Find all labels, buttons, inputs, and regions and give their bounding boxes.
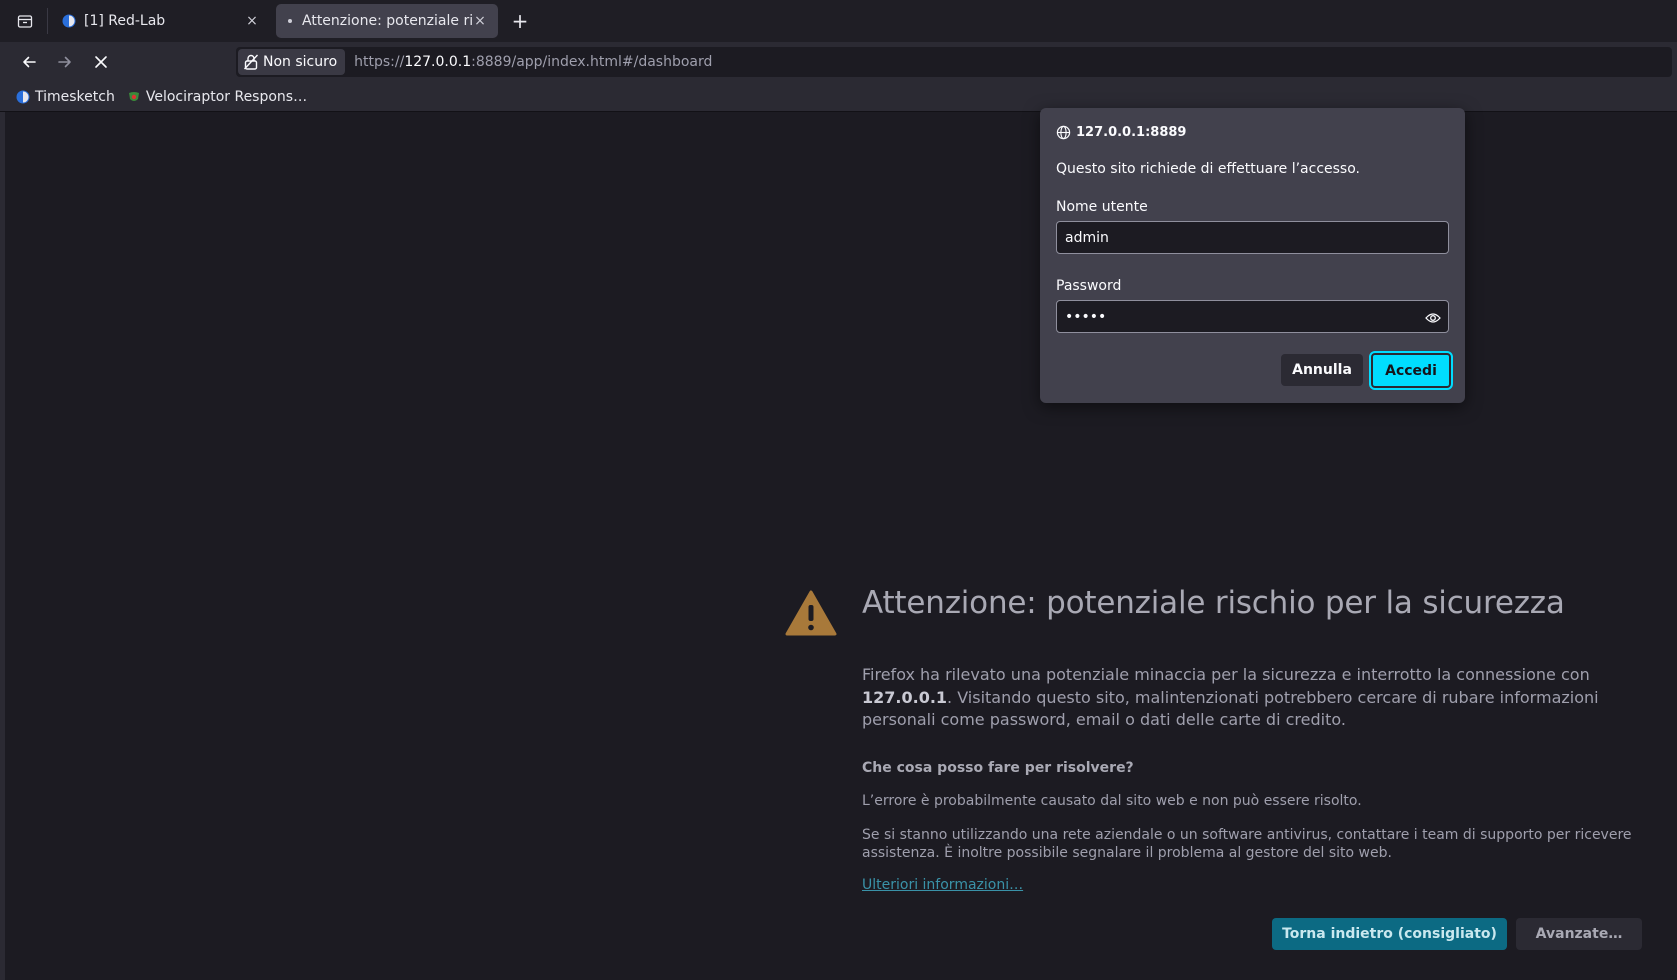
globe-icon — [1056, 125, 1071, 140]
username-input[interactable] — [1056, 221, 1449, 254]
go-back-button[interactable]: Torna indietro (consigliato) — [1272, 918, 1507, 950]
broken-lock-icon — [244, 54, 258, 70]
new-tab-button[interactable]: + — [508, 8, 532, 34]
password-input[interactable] — [1056, 300, 1449, 333]
error-description-text: Firefox ha rilevato una potenziale minac… — [862, 665, 1590, 684]
auth-dialog: 127.0.0.1:8889 Questo sito richiede di e… — [1040, 108, 1465, 403]
cancel-button[interactable]: Annulla — [1281, 354, 1363, 386]
tab-title: [1] Red-Lab — [84, 13, 166, 29]
dialog-origin-text: 127.0.0.1:8889 — [1076, 125, 1187, 140]
sign-in-button[interactable]: Accedi — [1369, 351, 1453, 390]
stop-loading-icon[interactable] — [86, 48, 116, 76]
learn-more-link[interactable]: Ulteriori informazioni… — [862, 877, 1023, 893]
tab-security-warning[interactable]: Attenzione: potenziale ris × — [276, 4, 498, 38]
tab-red-lab[interactable]: [1] Red-Lab × — [52, 4, 270, 38]
tab-separator — [47, 8, 48, 34]
url-text[interactable]: https://127.0.0.1:8889/app/index.html#/d… — [354, 54, 712, 70]
velociraptor-favicon-icon — [128, 91, 139, 101]
bookmark-label: Timesketch — [35, 88, 115, 105]
error-description-text: . Visitando questo sito, malintenzionati… — [862, 687, 1599, 730]
error-explanation: L’errore è probabilmente causato dal sit… — [862, 793, 1362, 809]
error-description: Firefox ha rilevato una potenziale minac… — [862, 664, 1652, 732]
tab-close-icon[interactable]: × — [244, 13, 260, 29]
error-title: Attenzione: potenziale rischio per la si… — [862, 585, 1565, 621]
forward-arrow-icon[interactable] — [50, 48, 80, 76]
timesketch-favicon-icon — [16, 90, 30, 103]
loading-favicon-icon — [286, 14, 294, 28]
bookmark-timesketch[interactable]: Timesketch — [16, 89, 115, 105]
bookmark-label: Velociraptor Respons… — [145, 88, 308, 105]
back-arrow-icon[interactable] — [14, 48, 44, 76]
warning-icon — [785, 590, 837, 636]
security-label: Non sicuro — [263, 54, 338, 70]
firefox-view-icon[interactable] — [10, 10, 40, 32]
reveal-password-icon[interactable] — [1423, 308, 1443, 328]
connection-not-secure-badge[interactable]: Non sicuro — [238, 49, 346, 75]
bookmark-velociraptor[interactable]: Velociraptor Respons… — [127, 89, 307, 105]
dialog-message: Questo sito richiede di effettuare l’acc… — [1056, 161, 1360, 177]
url-path: :8889/app/index.html#/dashboard — [471, 54, 713, 70]
error-description-host: 127.0.0.1 — [862, 687, 948, 707]
tab-close-icon[interactable]: × — [472, 13, 488, 29]
password-label: Password — [1056, 278, 1122, 294]
timesketch-favicon-icon — [62, 14, 76, 28]
url-bar[interactable]: Non sicuro https://127.0.0.1:8889/app/in… — [236, 47, 1672, 77]
username-label: Nome utente — [1056, 199, 1148, 215]
navigation-bar: Non sicuro https://127.0.0.1:8889/app/in… — [0, 42, 1677, 82]
advanced-button[interactable]: Avanzate… — [1516, 918, 1642, 950]
error-subtitle: Che cosa posso fare per risolvere? — [862, 760, 1134, 776]
error-explanation: Se si stanno utilizzando una rete aziend… — [862, 827, 1632, 861]
url-scheme: https:// — [354, 54, 405, 70]
dialog-origin: 127.0.0.1:8889 — [1056, 125, 1186, 140]
tab-title: Attenzione: potenziale ris — [302, 13, 472, 29]
sidebar-edge — [0, 112, 5, 980]
url-host: 127.0.0.1 — [404, 54, 472, 70]
tab-strip: [1] Red-Lab × Attenzione: potenziale ris… — [0, 0, 1677, 42]
